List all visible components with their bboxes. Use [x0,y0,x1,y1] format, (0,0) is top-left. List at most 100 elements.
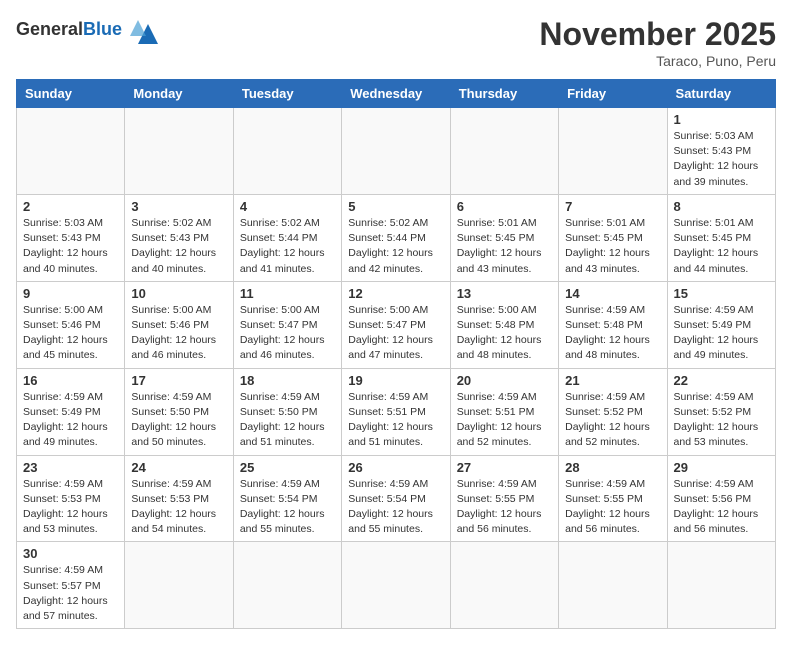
table-cell: 22Sunrise: 4:59 AM Sunset: 5:52 PM Dayli… [667,368,775,455]
day-number: 12 [348,286,443,301]
day-number: 11 [240,286,335,301]
col-wednesday: Wednesday [342,80,450,108]
table-cell: 27 Sunrise: 4:59 AM Sunset: 5:55 PM Dayli… [450,455,558,542]
col-saturday: Saturday [667,80,775,108]
table-cell: 8 Sunrise: 5:01 AM Sunset: 5:45 PM Daylig… [667,194,775,281]
logo-blue: Blue [83,19,122,39]
logo-triangle-icon [130,16,158,44]
table-cell: 5 Sunrise: 5:02 AM Sunset: 5:44 PM Daylig… [342,194,450,281]
day-number: 15 [674,286,769,301]
table-cell: 13 Sunrise: 5:00 AM Sunset: 5:48 PM Dayli… [450,281,558,368]
table-cell [559,542,667,629]
table-cell [342,542,450,629]
table-cell: 6Sunrise: 5:01 AM Sunset: 5:45 PM Daylig… [450,194,558,281]
day-number: 24 [131,460,226,475]
table-cell: 2Sunrise: 5:03 AM Sunset: 5:43 PM Daylig… [17,194,125,281]
day-number: 30 [23,546,118,561]
table-cell [342,108,450,195]
calendar-title: November 2025 [539,16,776,53]
calendar-subtitle: Taraco, Puno, Peru [539,53,776,69]
day-info: Sunrise: 5:00 AM Sunset: 5:47 PM Dayligh… [240,303,335,364]
table-cell: 24 Sunrise: 4:59 AM Sunset: 5:53 PM Dayli… [125,455,233,542]
day-number: 19 [348,373,443,388]
day-info: Sunrise: 4:59 AM Sunset: 5:53 PM Dayligh… [23,477,118,538]
day-number: 27 [457,460,552,475]
day-info: Sunrise: 4:59 AM Sunset: 5:50 PM Dayligh… [240,390,335,451]
table-cell: 19Sunrise: 4:59 AM Sunset: 5:51 PM Dayli… [342,368,450,455]
day-number: 8 [674,199,769,214]
day-info: Sunrise: 4:59 AM Sunset: 5:49 PM Dayligh… [674,303,769,364]
table-cell [125,108,233,195]
table-cell: 3 Sunrise: 5:02 AM Sunset: 5:43 PM Daylig… [125,194,233,281]
day-number: 3 [131,199,226,214]
day-number: 14 [565,286,660,301]
table-cell: 16Sunrise: 4:59 AM Sunset: 5:49 PM Dayli… [17,368,125,455]
day-info: Sunrise: 5:00 AM Sunset: 5:48 PM Dayligh… [457,303,552,364]
week-row-1: 1 Sunrise: 5:03 AM Sunset: 5:43 PM Daylig… [17,108,776,195]
day-info: Sunrise: 4:59 AM Sunset: 5:54 PM Dayligh… [348,477,443,538]
table-cell: 25 Sunrise: 4:59 AM Sunset: 5:54 PM Dayli… [233,455,341,542]
day-info: Sunrise: 4:59 AM Sunset: 5:51 PM Dayligh… [457,390,552,451]
table-cell: 1 Sunrise: 5:03 AM Sunset: 5:43 PM Daylig… [667,108,775,195]
table-cell: 15 Sunrise: 4:59 AM Sunset: 5:49 PM Dayli… [667,281,775,368]
table-cell: 11 Sunrise: 5:00 AM Sunset: 5:47 PM Dayli… [233,281,341,368]
logo-general: GeneralBlue [16,20,122,40]
table-cell [17,108,125,195]
calendar-table: Sunday Monday Tuesday Wednesday Thursday… [16,79,776,629]
day-number: 16 [23,373,118,388]
table-cell: 7 Sunrise: 5:01 AM Sunset: 5:45 PM Daylig… [559,194,667,281]
day-info: Sunrise: 4:59 AM Sunset: 5:53 PM Dayligh… [131,477,226,538]
table-cell: 29Sunrise: 4:59 AM Sunset: 5:56 PM Dayli… [667,455,775,542]
day-info: Sunrise: 5:01 AM Sunset: 5:45 PM Dayligh… [565,216,660,277]
day-number: 13 [457,286,552,301]
day-number: 5 [348,199,443,214]
week-row-2: 2Sunrise: 5:03 AM Sunset: 5:43 PM Daylig… [17,194,776,281]
day-info: Sunrise: 5:02 AM Sunset: 5:43 PM Dayligh… [131,216,226,277]
table-cell [233,108,341,195]
day-info: Sunrise: 5:03 AM Sunset: 5:43 PM Dayligh… [674,129,769,190]
table-cell [450,108,558,195]
day-info: Sunrise: 5:02 AM Sunset: 5:44 PM Dayligh… [240,216,335,277]
col-friday: Friday [559,80,667,108]
table-cell: 28 Sunrise: 4:59 AM Sunset: 5:55 PM Dayli… [559,455,667,542]
table-cell: 21 Sunrise: 4:59 AM Sunset: 5:52 PM Dayli… [559,368,667,455]
week-row-3: 9 Sunrise: 5:00 AM Sunset: 5:46 PM Daylig… [17,281,776,368]
day-info: Sunrise: 4:59 AM Sunset: 5:54 PM Dayligh… [240,477,335,538]
day-number: 7 [565,199,660,214]
day-info: Sunrise: 4:59 AM Sunset: 5:48 PM Dayligh… [565,303,660,364]
table-cell [667,542,775,629]
day-info: Sunrise: 5:01 AM Sunset: 5:45 PM Dayligh… [674,216,769,277]
week-row-5: 23Sunrise: 4:59 AM Sunset: 5:53 PM Dayli… [17,455,776,542]
day-info: Sunrise: 5:00 AM Sunset: 5:47 PM Dayligh… [348,303,443,364]
calendar-header-row: Sunday Monday Tuesday Wednesday Thursday… [17,80,776,108]
day-info: Sunrise: 4:59 AM Sunset: 5:55 PM Dayligh… [565,477,660,538]
day-number: 9 [23,286,118,301]
day-number: 10 [131,286,226,301]
day-info: Sunrise: 5:01 AM Sunset: 5:45 PM Dayligh… [457,216,552,277]
week-row-6: 30 Sunrise: 4:59 AM Sunset: 5:57 PM Dayli… [17,542,776,629]
day-number: 28 [565,460,660,475]
col-sunday: Sunday [17,80,125,108]
day-info: Sunrise: 4:59 AM Sunset: 5:52 PM Dayligh… [565,390,660,451]
table-cell: 10Sunrise: 5:00 AM Sunset: 5:46 PM Dayli… [125,281,233,368]
table-cell: 30 Sunrise: 4:59 AM Sunset: 5:57 PM Dayli… [17,542,125,629]
day-number: 26 [348,460,443,475]
day-number: 21 [565,373,660,388]
table-cell: 26 Sunrise: 4:59 AM Sunset: 5:54 PM Dayli… [342,455,450,542]
day-info: Sunrise: 5:02 AM Sunset: 5:44 PM Dayligh… [348,216,443,277]
table-cell: 17Sunrise: 4:59 AM Sunset: 5:50 PM Dayli… [125,368,233,455]
col-monday: Monday [125,80,233,108]
day-info: Sunrise: 4:59 AM Sunset: 5:55 PM Dayligh… [457,477,552,538]
table-cell [450,542,558,629]
day-number: 17 [131,373,226,388]
day-info: Sunrise: 4:59 AM Sunset: 5:57 PM Dayligh… [23,563,118,624]
calendar-title-area: November 2025 Taraco, Puno, Peru [539,16,776,69]
day-number: 20 [457,373,552,388]
table-cell: 20 Sunrise: 4:59 AM Sunset: 5:51 PM Dayli… [450,368,558,455]
day-number: 29 [674,460,769,475]
table-cell [233,542,341,629]
day-number: 1 [674,112,769,127]
day-number: 25 [240,460,335,475]
logo: GeneralBlue [16,16,158,44]
day-info: Sunrise: 5:00 AM Sunset: 5:46 PM Dayligh… [23,303,118,364]
